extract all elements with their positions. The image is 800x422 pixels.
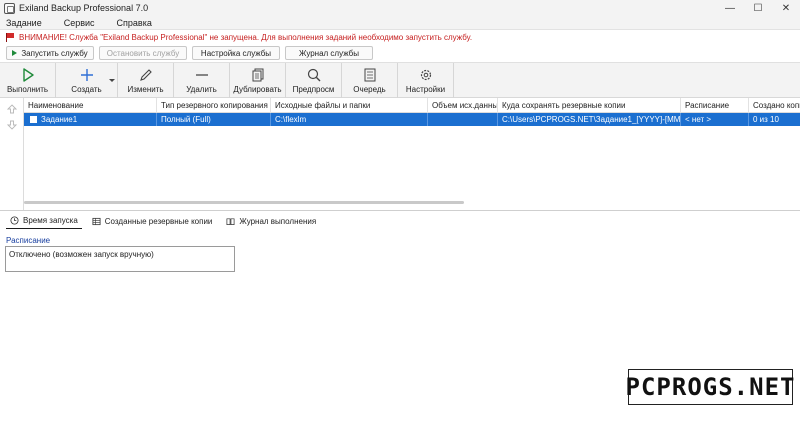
list-icon — [364, 68, 375, 82]
table-row[interactable]: Задание1 Полный (Full) C:\flexlm C:\User… — [24, 113, 800, 126]
column-header-name[interactable]: Наименование — [24, 98, 157, 113]
panel-splitter[interactable] — [0, 210, 800, 211]
column-header-source[interactable]: Исходные файлы и папки — [271, 98, 428, 113]
column-header-created[interactable]: Создано копи — [749, 98, 800, 113]
warning-text: ВНИМАНИЕ! Служба "Exiland Backup Profess… — [19, 33, 473, 42]
menu-task[interactable]: Задание — [6, 18, 42, 28]
schedule-label: Расписание — [6, 236, 51, 245]
cell-destination: C:\Users\PCPROGS.NET\Задание1_[YYYY]-[MM… — [498, 113, 681, 126]
cell-name-text: Задание1 — [41, 115, 78, 124]
tab-execution-log[interactable]: Журнал выполнения — [222, 213, 320, 229]
window-controls: — ☐ ✕ — [716, 0, 800, 16]
pencil-icon — [139, 69, 152, 81]
service-settings-button[interactable]: Настройка службы — [192, 46, 280, 60]
menu-service[interactable]: Сервис — [64, 18, 95, 28]
column-header-destination[interactable]: Куда сохранять резервные копии — [498, 98, 681, 113]
tab-launch-time[interactable]: Время запуска — [6, 213, 82, 229]
minimize-button[interactable]: — — [716, 0, 744, 16]
maximize-button[interactable]: ☐ — [744, 0, 772, 16]
column-header-type[interactable]: Тип резервного копирования — [157, 98, 271, 113]
book-icon — [226, 217, 235, 225]
cell-type: Полный (Full) — [157, 113, 271, 126]
close-button[interactable]: ✕ — [772, 0, 800, 16]
gear-icon — [420, 69, 431, 81]
watermark-logo: PCPROGS.NET — [626, 369, 794, 405]
plus-icon — [80, 69, 93, 81]
stop-service-button[interactable]: Остановить службу — [99, 46, 187, 60]
chevron-down-icon[interactable] — [109, 79, 115, 82]
service-settings-label: Настройка службы — [200, 48, 272, 58]
create-label: Создать — [71, 85, 102, 94]
column-header-size[interactable]: Объем исх.данных — [428, 98, 498, 113]
toolbar: Выполнить Создать Изменить Удалить Дубли… — [0, 62, 800, 98]
scrollbar-thumb[interactable] — [24, 201, 464, 204]
menu-bar: Задание Сервис Справка — [0, 16, 800, 30]
tab-created-backups-label: Созданные резервные копии — [104, 216, 213, 226]
stop-service-label: Остановить службу — [106, 48, 180, 58]
window-title: Exiland Backup Professional 7.0 — [19, 3, 149, 13]
arrow-up-icon[interactable] — [7, 104, 17, 114]
table-icon — [92, 217, 101, 225]
minus-icon — [195, 74, 208, 76]
move-strip — [0, 98, 24, 210]
preview-button[interactable]: Предпросм — [286, 63, 342, 98]
cell-source: C:\flexlm — [271, 113, 428, 126]
duplicate-button[interactable]: Дублировать — [230, 63, 286, 98]
cell-size — [428, 113, 498, 126]
clock-icon — [10, 216, 19, 225]
queue-label: Очередь — [353, 85, 386, 94]
run-button[interactable]: Выполнить — [0, 63, 56, 98]
app-icon — [4, 2, 15, 14]
start-service-label: Запустить службу — [21, 48, 88, 58]
task-grid: Наименование Тип резервного копирования … — [24, 98, 800, 210]
service-buttons: Запустить службу Остановить службу Настр… — [0, 44, 800, 62]
magnifier-icon — [307, 68, 320, 82]
schedule-value-box: Отключено (возможен запуск вручную) — [5, 246, 235, 272]
service-journal-button[interactable]: Журнал службы — [285, 46, 373, 60]
delete-button[interactable]: Удалить — [174, 63, 230, 98]
copy-icon — [252, 68, 263, 82]
menu-help[interactable]: Справка — [117, 18, 152, 28]
edit-button[interactable]: Изменить — [118, 63, 174, 98]
cell-schedule: < нет > — [681, 113, 749, 126]
arrow-down-icon[interactable] — [7, 120, 17, 130]
preview-label: Предпросм — [292, 85, 335, 94]
settings-label: Настройки — [405, 85, 446, 94]
flag-icon — [6, 33, 15, 42]
settings-button[interactable]: Настройки — [398, 63, 454, 98]
title-bar: Exiland Backup Professional 7.0 — ☐ ✕ — [0, 0, 800, 16]
run-label: Выполнить — [6, 85, 49, 94]
detail-tabs: Время запуска Созданные резервные копии … — [0, 212, 800, 230]
service-warning: ВНИМАНИЕ! Служба "Exiland Backup Profess… — [0, 31, 800, 44]
service-journal-label: Журнал службы — [299, 48, 359, 58]
column-header-schedule[interactable]: Расписание — [681, 98, 749, 113]
start-service-button[interactable]: Запустить службу — [6, 46, 94, 60]
tab-created-backups[interactable]: Созданные резервные копии — [88, 213, 217, 229]
queue-button[interactable]: Очередь — [342, 63, 398, 98]
cell-created: 0 из 10 — [753, 115, 779, 124]
play-icon — [22, 68, 34, 82]
tab-launch-time-label: Время запуска — [23, 216, 78, 225]
tab-execution-log-label: Журнал выполнения — [239, 216, 317, 226]
grid-header: Наименование Тип резервного копирования … — [24, 98, 800, 113]
duplicate-label: Дублировать — [233, 85, 282, 94]
create-button[interactable]: Создать — [56, 63, 118, 98]
cell-name: Задание1 — [24, 113, 157, 126]
edit-label: Изменить — [127, 85, 164, 94]
row-checkbox[interactable] — [30, 116, 37, 123]
play-icon — [12, 50, 18, 56]
delete-label: Удалить — [186, 85, 217, 94]
horizontal-scrollbar[interactable] — [24, 199, 800, 205]
